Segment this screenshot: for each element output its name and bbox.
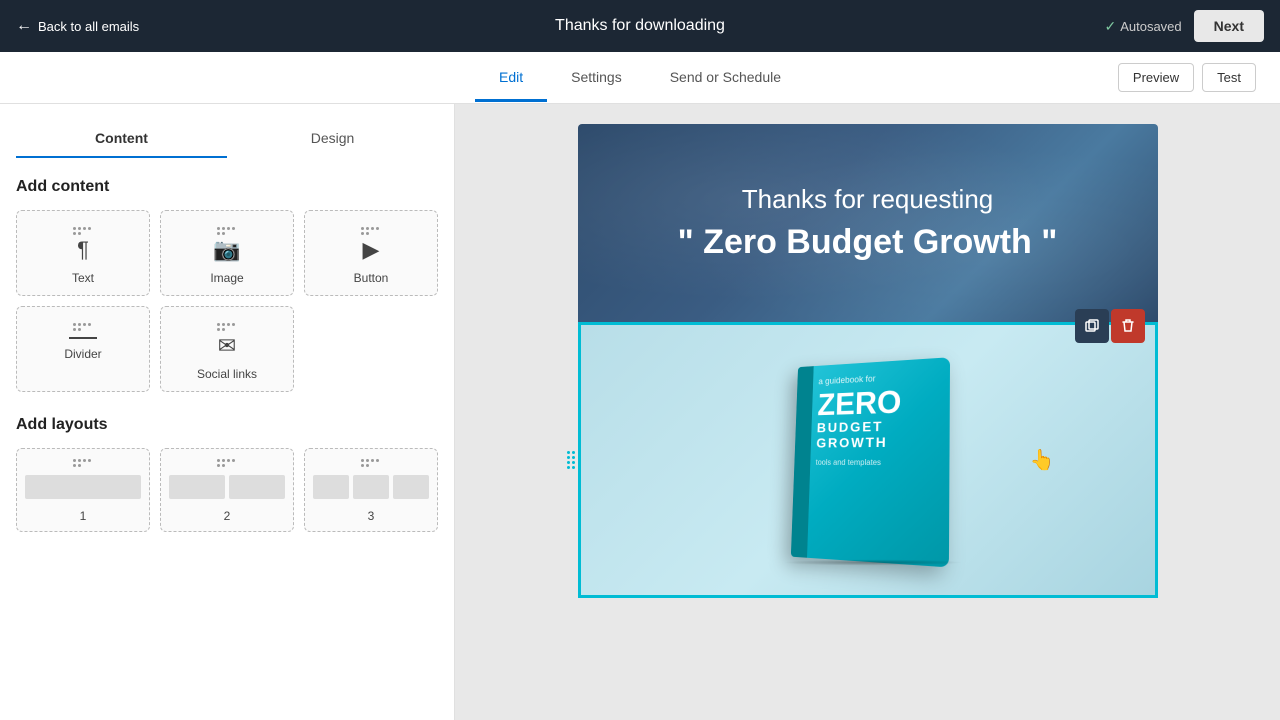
dot-grid-layout2 [217,459,237,467]
content-item-button[interactable]: ▶ Button [304,210,438,296]
autosaved-status: ✓ Autosaved [1104,18,1181,35]
button-label: Button [354,271,389,285]
content-item-image[interactable]: 📷 Image [160,210,294,296]
add-layouts-title: Add layouts [16,416,438,434]
header-thanks-text: Thanks for requesting [618,184,1118,215]
text-icon: ¶ [77,237,89,263]
duplicate-button[interactable] [1075,309,1109,343]
image-label: Image [210,271,243,285]
social-icon: ✉ [218,333,236,359]
top-right-actions: ✓ Autosaved Next [1104,10,1264,42]
main-layout: Content Design Add content ¶ Text [0,104,1280,720]
email-image-inner: a guidebook for ZERO BUDGET GROWTH tools… [581,325,1155,595]
dot-grid-image [217,227,237,235]
drag-dot-row-2 [567,456,575,459]
email-header-section: Thanks for requesting " Zero Budget Grow… [578,124,1158,322]
book: a guidebook for ZERO BUDGET GROWTH tools… [790,357,949,567]
back-link[interactable]: ← Back to all emails [16,17,139,35]
dot-grid-button [361,227,381,235]
tab-send-schedule[interactable]: Send or Schedule [646,55,805,102]
main-tabs: Edit Settings Send or Schedule [24,54,1256,101]
canvas-area: Thanks for requesting " Zero Budget Grow… [455,104,1280,720]
dot-grid-layout1 [73,459,93,467]
layouts-grid: 1 2 [16,448,438,532]
content-items-grid: ¶ Text 📷 Image [16,210,438,392]
layout-item-1[interactable]: 1 [16,448,150,532]
tab-edit[interactable]: Edit [475,55,547,102]
autosaved-label: Autosaved [1120,19,1181,34]
check-icon: ✓ [1104,18,1116,35]
drag-handle[interactable] [567,451,575,469]
content-item-social[interactable]: ✉ Social links [160,306,294,392]
drag-dot-row-4 [567,466,575,469]
dot-grid-text [73,227,93,235]
layout-item-2[interactable]: 2 [160,448,294,532]
content-item-text[interactable]: ¶ Text [16,210,150,296]
layout-label-2: 2 [224,509,231,523]
layout-item-3[interactable]: 3 [304,448,438,532]
preview-button[interactable]: Preview [1118,63,1194,92]
drag-dot-row-1 [567,451,575,454]
back-label: Back to all emails [38,19,139,34]
secondary-nav: Edit Settings Send or Schedule Preview T… [0,52,1280,104]
email-image-section[interactable]: a guidebook for ZERO BUDGET GROWTH tools… [578,322,1158,598]
sidebar-tab-content[interactable]: Content [16,120,227,158]
sidebar-tab-design[interactable]: Design [227,120,438,158]
dot-grid-social [217,323,237,331]
image-icon: 📷 [213,237,240,263]
dot-grid-layout3 [361,459,381,467]
back-arrow-icon: ← [16,17,32,35]
layout-label-1: 1 [80,509,87,523]
email-container: Thanks for requesting " Zero Budget Grow… [578,124,1158,700]
sidebar: Content Design Add content ¶ Text [0,104,455,720]
layout-preview-1 [25,475,141,499]
book-spine [790,366,813,558]
section-toolbar [1075,309,1145,343]
dot-grid-divider [73,323,93,331]
next-button[interactable]: Next [1194,10,1264,42]
layout-preview-2 [169,475,285,499]
layout-preview-3 [313,475,429,499]
book-tools: tools and templates [815,458,936,467]
doc-title: Thanks for downloading [555,17,725,35]
book-title-zero: ZERO [817,384,937,420]
test-button[interactable]: Test [1202,63,1256,92]
book-title-budget: BUDGET GROWTH [816,417,937,451]
divider-icon [69,337,97,339]
add-content-title: Add content [16,178,438,196]
book-content: a guidebook for ZERO BUDGET GROWTH tools… [793,357,949,480]
header-title-text: " Zero Budget Growth " [618,223,1118,262]
cursor-icon: 👆 [1030,448,1055,473]
tab-settings[interactable]: Settings [547,55,646,102]
social-label: Social links [197,367,257,381]
secondary-actions: Preview Test [1118,63,1256,92]
book-illustration: a guidebook for ZERO BUDGET GROWTH tools… [768,350,968,570]
drag-dot-row-3 [567,461,575,464]
book-subtitle: a guidebook for [818,370,937,386]
content-item-divider[interactable]: Divider [16,306,150,392]
button-icon: ▶ [363,237,380,263]
divider-label: Divider [64,347,101,361]
top-nav: ← Back to all emails Thanks for download… [0,0,1280,52]
book-shadow [783,560,963,566]
text-label: Text [72,271,94,285]
layout-label-3: 3 [368,509,375,523]
delete-button[interactable] [1111,309,1145,343]
sidebar-tabs: Content Design [16,120,438,158]
